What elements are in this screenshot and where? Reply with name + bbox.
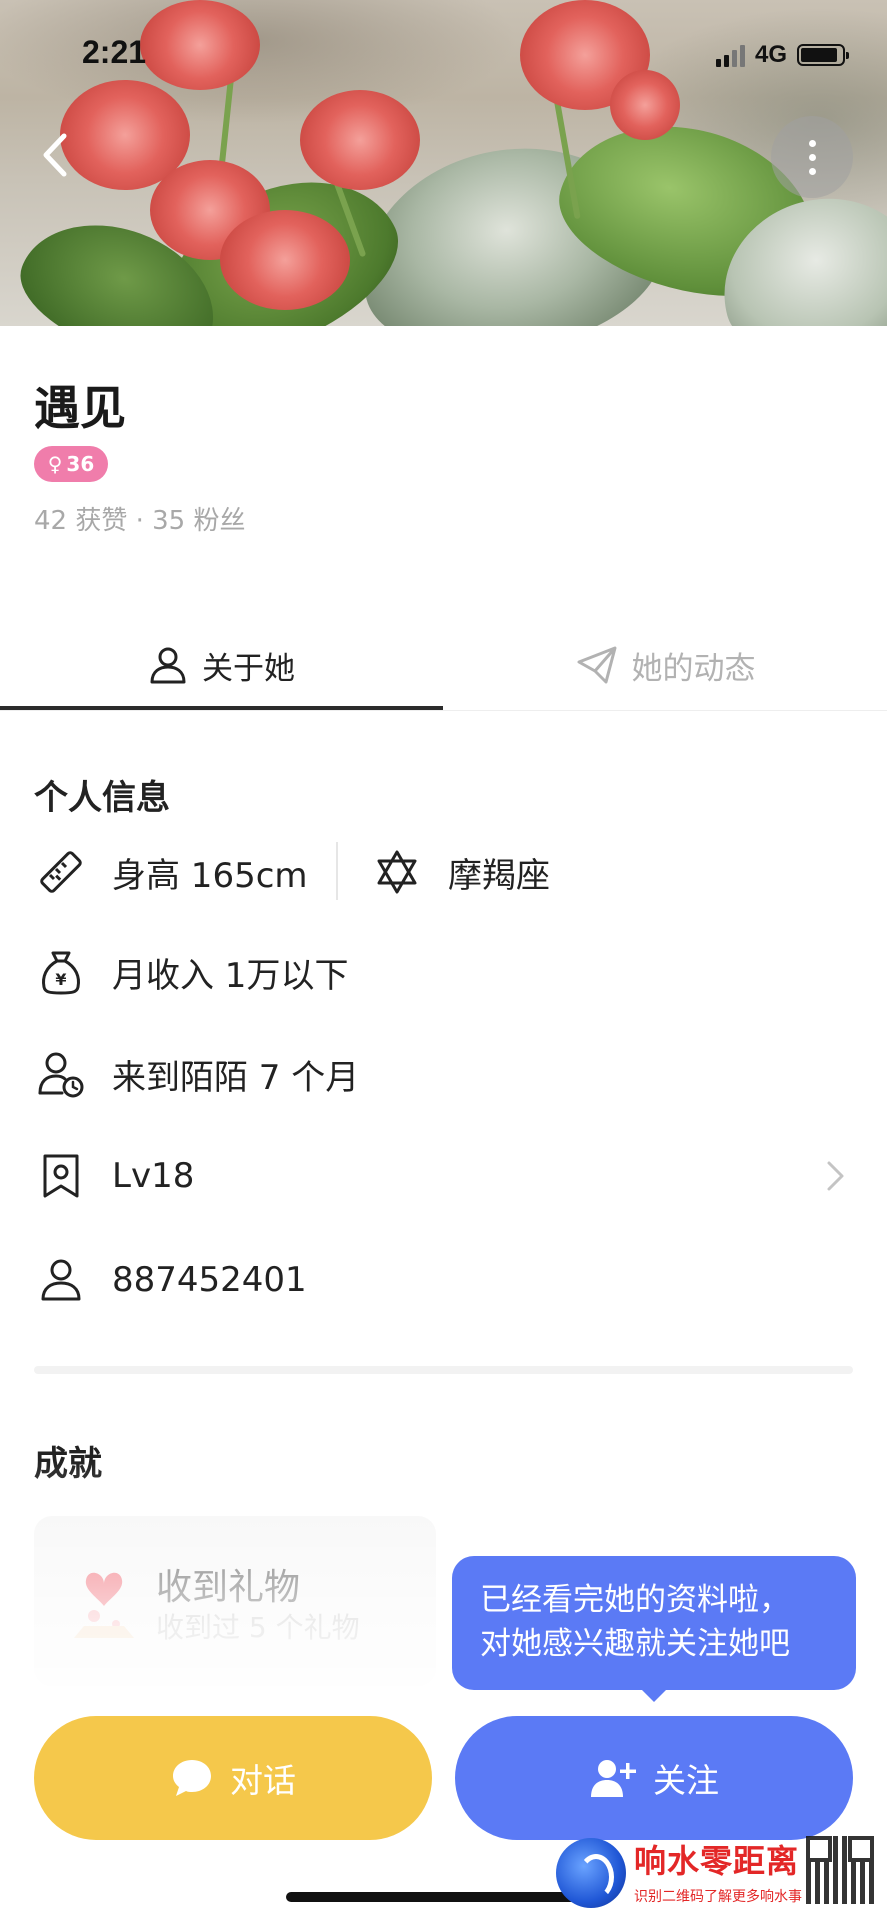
status-time: 2:21 [82, 34, 147, 70]
height-info: 身高 165cm [34, 842, 308, 902]
tooltip-line-2: 对她感兴趣就关注她吧 [480, 1626, 790, 1662]
follow-button[interactable]: 关注 [455, 1716, 853, 1840]
more-options-button[interactable] [771, 116, 853, 198]
personal-info-title: 个人信息 [34, 778, 170, 818]
chevron-left-icon [43, 133, 67, 177]
money-bag-icon: ¥ [34, 945, 88, 999]
more-dot [808, 153, 816, 161]
watermark-subtitle: 识别二维码了解更多响水事 [634, 1889, 802, 1905]
level-badge-icon [34, 1149, 88, 1203]
gift-title: 收到礼物 [156, 1567, 301, 1608]
person-icon [150, 647, 186, 684]
add-user-icon [591, 1760, 636, 1797]
signal-icon [715, 43, 745, 67]
female-icon: ♀ [47, 452, 63, 476]
income-info: ¥ 月收入 1万以下 [34, 942, 348, 1002]
level-label: Lv18 [112, 1156, 195, 1196]
profile-name: 遇见 [34, 381, 126, 435]
chevron-right-icon[interactable] [820, 1158, 850, 1194]
battery-icon [797, 44, 849, 66]
age-label: 36 [66, 452, 95, 476]
profile-tabs: 关于她 她的动态 [0, 620, 887, 711]
gift-heart-icon [74, 1572, 134, 1638]
svg-text:¥: ¥ [55, 970, 66, 989]
membership-info: 来到陌陌 7 个月 [34, 1044, 359, 1104]
membership-label: 来到陌陌 7 个月 [112, 1057, 360, 1098]
follow-tooltip: 已经看完她的资料啦， 对她感兴趣就关注她吧 [452, 1556, 856, 1690]
star-of-david-icon [370, 845, 424, 899]
qr-code-icon [806, 1836, 874, 1904]
more-dot [808, 167, 816, 175]
profile-stats: 42 获赞 · 35 粉丝 [34, 506, 246, 536]
user-id-info: 887452401 [34, 1250, 307, 1310]
gift-subtitle: 收到过 5 个礼物 [156, 1611, 360, 1644]
home-indicator [286, 1892, 602, 1902]
network-type: 4G [754, 41, 787, 68]
chat-button[interactable]: 对话 [34, 1716, 432, 1840]
back-button[interactable] [36, 130, 76, 180]
income-label: 月收入 1万以下 [112, 955, 349, 996]
person-icon [34, 1253, 88, 1307]
level-info[interactable]: Lv18 [34, 1146, 194, 1206]
zodiac-label: 摩羯座 [448, 855, 550, 896]
info-divider [336, 842, 338, 900]
section-divider [34, 1366, 853, 1374]
watermark: 响水零距离 识别二维码了解更多响水事 [556, 1836, 878, 1916]
send-icon [577, 646, 616, 684]
user-clock-icon [34, 1047, 88, 1101]
chat-label: 对话 [230, 1761, 296, 1800]
tab-her-moments[interactable]: 她的动态 [444, 620, 887, 710]
watermark-title: 响水零距离 [634, 1842, 800, 1880]
more-dot [808, 139, 816, 147]
tooltip-line-1: 已经看完她的资料啦， [480, 1582, 790, 1618]
tab-about-her[interactable]: 关于她 [0, 620, 443, 710]
achievements-title: 成就 [34, 1444, 102, 1484]
chat-bubble-icon [173, 1760, 211, 1796]
status-indicators: 4G [715, 40, 849, 70]
zodiac-info: 摩羯座 [370, 842, 550, 902]
tab-label: 她的动态 [631, 650, 756, 687]
tab-label: 关于她 [202, 650, 295, 687]
height-label: 身高 165cm [112, 855, 308, 896]
watermark-logo [556, 1838, 626, 1908]
user-id-label: 887452401 [112, 1260, 307, 1300]
ruler-icon [34, 845, 88, 899]
gift-achievement-card[interactable]: 收到礼物 收到过 5 个礼物 [34, 1516, 436, 1686]
tooltip-arrow [640, 1688, 668, 1702]
gender-age-badge: ♀ 36 [34, 446, 108, 482]
follow-label: 关注 [653, 1761, 719, 1800]
active-tab-indicator [0, 706, 443, 710]
